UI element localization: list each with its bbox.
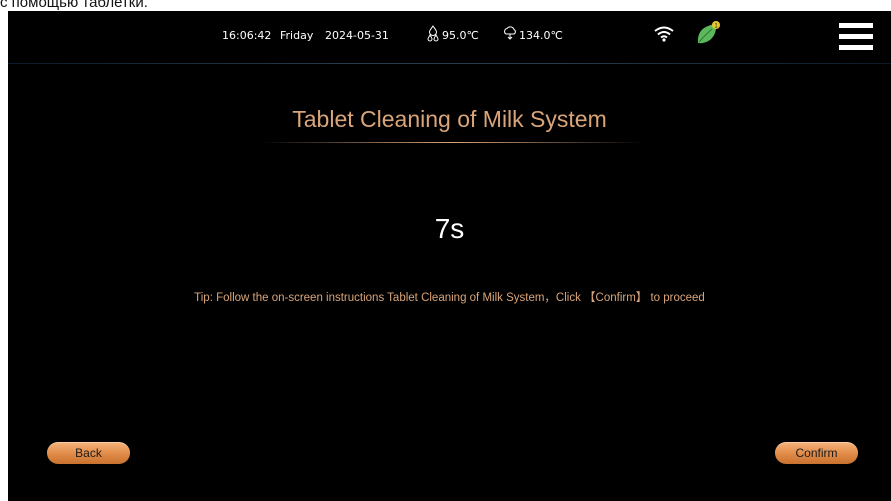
status-bar-divider <box>8 63 891 64</box>
leaf-icon[interactable]: 1 <box>695 20 723 49</box>
back-button[interactable]: Back <box>47 442 130 464</box>
status-day: Friday <box>280 29 314 42</box>
hamburger-menu-icon[interactable] <box>839 23 873 51</box>
boiler-temperature: 95.0℃ <box>442 29 479 42</box>
status-bar: 16:06:42 Friday 2024-05-31 95.0℃ 134.0℃ <box>8 11 891 63</box>
caption-text: с помощью таблетки. <box>0 0 148 11</box>
wifi-icon[interactable] <box>654 26 674 45</box>
tip-text: Tip: Follow the on-screen instructions T… <box>194 292 705 304</box>
water-drops-icon <box>426 25 440 46</box>
machine-screen: 16:06:42 Friday 2024-05-31 95.0℃ 134.0℃ <box>8 11 891 501</box>
confirm-button[interactable]: Confirm <box>775 442 858 464</box>
cloud-icon <box>502 25 518 44</box>
steam-temperature: 134.0℃ <box>519 29 563 42</box>
status-time: 16:06:42 <box>222 29 272 42</box>
countdown-timer: 7s <box>434 213 465 244</box>
page-title: Tablet Cleaning of Milk System <box>292 106 607 132</box>
status-date: 2024-05-31 <box>325 29 389 42</box>
title-underline <box>260 142 645 143</box>
